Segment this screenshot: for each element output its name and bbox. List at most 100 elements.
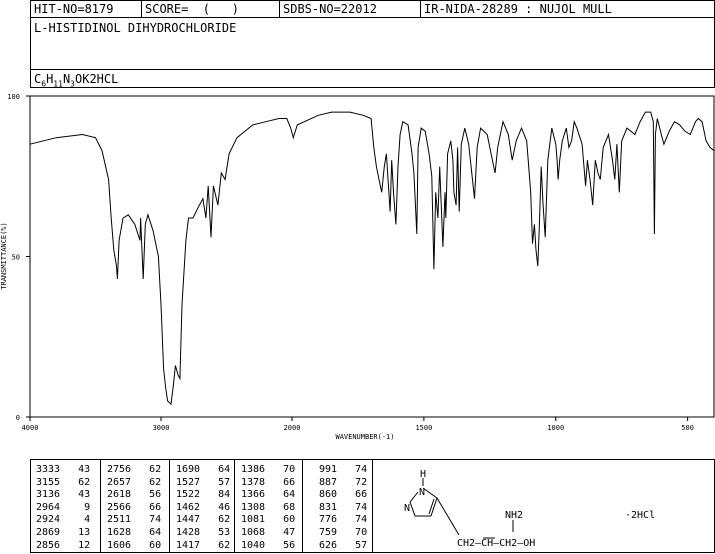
peak-wavenumber: 776	[313, 514, 338, 526]
peak-wavenumber: 1417	[176, 539, 201, 551]
peak-row: 1428 53	[176, 527, 230, 540]
peak-row: 2657 62	[107, 477, 161, 490]
peak-transmittance: 64	[131, 526, 162, 538]
peak-wavenumber: 1606	[107, 539, 132, 551]
structure-box: H N N NH2 CH2—CH—CH2—OH ·2HCl	[372, 459, 715, 553]
peak-transmittance: 64	[200, 464, 231, 475]
peak-transmittance: 53	[200, 526, 231, 538]
peak-wavenumber: 3155	[36, 476, 61, 488]
peak-row: 1378 66	[241, 477, 295, 490]
peak-column-2: 2756 62 2657 62 2618 56 2566 66 2511 74 1628 …	[107, 464, 161, 552]
x-tick-label: 500	[681, 424, 694, 432]
peak-row: 3155 62	[36, 477, 90, 490]
peak-wavenumber: 1428	[176, 526, 201, 538]
peak-transmittance: 47	[265, 526, 296, 538]
peak-transmittance: 70	[265, 464, 296, 475]
peak-column-3: 1690 64 1527 57 1522 84 1462 46 1447 62 1428 …	[176, 464, 230, 552]
peak-row: 3333 43	[36, 464, 90, 477]
peak-column-divider	[234, 460, 235, 552]
peak-transmittance: 74	[337, 514, 368, 526]
ring-nitrogen-1-label: N	[419, 487, 425, 498]
peak-column-4: 1386 70 1378 66 1366 64 1308 68 1081 60 1068 …	[241, 464, 295, 552]
peak-transmittance: 68	[265, 501, 296, 513]
peak-transmittance: 74	[337, 464, 368, 475]
peak-row: 991 74	[313, 464, 367, 477]
peak-transmittance: 56	[131, 489, 162, 501]
peak-wavenumber: 1081	[241, 514, 266, 526]
x-tick-label: 2000	[284, 424, 301, 432]
peak-row: 1628 64	[107, 527, 161, 540]
peak-transmittance: 43	[60, 489, 91, 501]
x-tick-label: 1000	[547, 424, 564, 432]
peak-transmittance: 46	[200, 501, 231, 513]
peak-wavenumber: 3136	[36, 489, 61, 501]
peak-wavenumber: 1690	[176, 464, 201, 475]
peak-table: 3333 43 3155 62 3136 43 2964 9 2924 4 2869 13…	[30, 459, 373, 553]
peak-transmittance: 66	[337, 489, 368, 501]
peak-wavenumber: 860	[313, 489, 338, 501]
peak-transmittance: 60	[131, 539, 162, 551]
peak-row: 2618 56	[107, 489, 161, 502]
peak-row: 626 57	[313, 540, 367, 553]
peak-wavenumber: 1447	[176, 514, 201, 526]
peak-wavenumber: 2566	[107, 501, 132, 513]
peak-transmittance: 57	[337, 539, 368, 551]
peak-wavenumber: 2964	[36, 501, 61, 513]
peak-transmittance: 60	[265, 514, 296, 526]
ring-nitrogen-2-label: N	[404, 503, 410, 514]
peak-wavenumber: 1522	[176, 489, 201, 501]
peak-wavenumber: 1308	[241, 501, 266, 513]
peak-row: 2511 74	[107, 514, 161, 527]
peak-wavenumber: 1068	[241, 526, 266, 538]
peak-wavenumber: 2756	[107, 464, 132, 475]
peak-transmittance: 62	[131, 476, 162, 488]
x-axis-label: WAVENUMBER(-1)	[335, 433, 394, 441]
peak-transmittance: 62	[131, 464, 162, 475]
peak-wavenumber: 1040	[241, 539, 266, 551]
peak-wavenumber: 1366	[241, 489, 266, 501]
peak-transmittance: 56	[265, 539, 296, 551]
peak-row: 1366 64	[241, 489, 295, 502]
peak-transmittance: 66	[131, 501, 162, 513]
peak-wavenumber: 1386	[241, 464, 266, 475]
peak-transmittance: 62	[200, 539, 231, 551]
peak-transmittance: 72	[337, 476, 368, 488]
peak-wavenumber: 2618	[107, 489, 132, 501]
peak-row: 776 74	[313, 514, 367, 527]
peak-wavenumber: 2924	[36, 514, 61, 526]
peak-row: 2924 4	[36, 514, 90, 527]
peak-row: 1462 46	[176, 502, 230, 515]
peak-row: 2964 9	[36, 502, 90, 515]
peak-wavenumber: 2657	[107, 476, 132, 488]
peak-wavenumber: 991	[313, 464, 338, 475]
peak-transmittance: 43	[60, 464, 91, 475]
peak-row: 1690 64	[176, 464, 230, 477]
peak-row: 1308 68	[241, 502, 295, 515]
peak-row: 1040 56	[241, 540, 295, 553]
peak-wavenumber: 2856	[36, 539, 61, 551]
peak-column-divider	[100, 460, 101, 552]
peak-row: 1447 62	[176, 514, 230, 527]
peak-row: 759 70	[313, 527, 367, 540]
structure-drawing: H N N NH2 CH2—CH—CH2—OH ·2HCl	[404, 469, 655, 549]
peak-row: 1386 70	[241, 464, 295, 477]
peak-row: 2756 62	[107, 464, 161, 477]
peak-wavenumber: 1527	[176, 476, 201, 488]
y-tick-label: 50	[12, 254, 20, 262]
peak-transmittance: 62	[200, 514, 231, 526]
peak-transmittance: 66	[265, 476, 296, 488]
peak-wavenumber: 1378	[241, 476, 266, 488]
peak-transmittance: 4	[60, 514, 91, 526]
ir-spectrum-chart: 100500 4000 3000 2000 1500 1000 500 WAVENUMBE…	[0, 93, 715, 441]
peak-transmittance: 57	[200, 476, 231, 488]
x-tick-label: 3000	[153, 424, 170, 432]
peak-row: 2869 13	[36, 527, 90, 540]
peak-row: 2856 12	[36, 540, 90, 553]
peak-row: 831 74	[313, 502, 367, 515]
peak-column-5: 991 74 887 72 860 66 831 74 776 74 759 7…	[313, 464, 367, 552]
peak-transmittance: 62	[60, 476, 91, 488]
peak-row: 1606 60	[107, 540, 161, 553]
peak-transmittance: 12	[60, 539, 91, 551]
y-axis-label: TRANSMITTANCE(%)	[0, 222, 8, 289]
x-tick-label: 4000	[22, 424, 39, 432]
